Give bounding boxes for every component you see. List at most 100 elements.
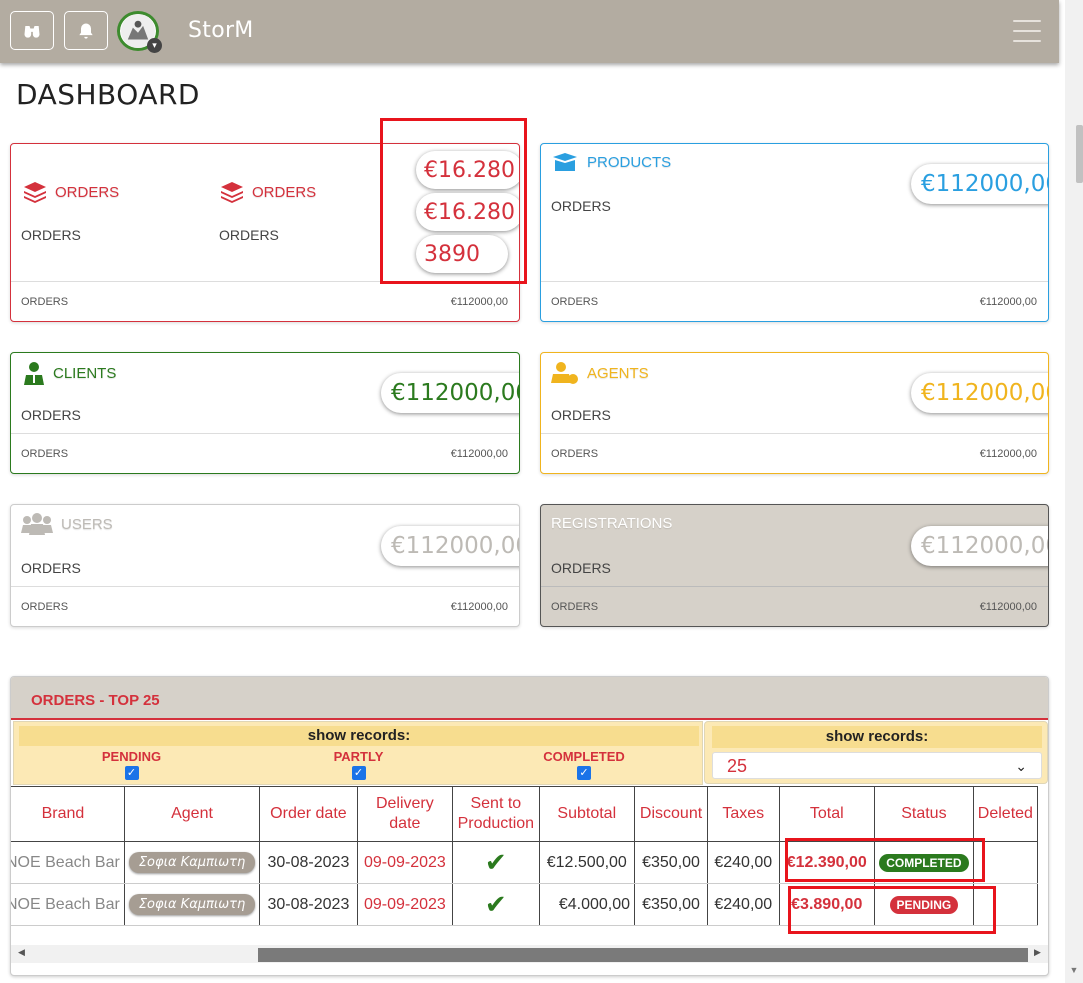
registrations-sub: ORDERS: [551, 560, 611, 576]
col-taxes[interactable]: Taxes: [707, 786, 780, 842]
hamburger-menu-icon[interactable]: [1013, 20, 1041, 42]
agents-card[interactable]: AGENTS ORDERS €112000,00 ORDERS €112000,…: [540, 352, 1049, 474]
products-card[interactable]: PRODUCTS ORDERS €112000,00 ORDERS €11200…: [540, 143, 1049, 322]
registrations-card-footer: ORDERS €112000,00: [541, 586, 1048, 626]
layers-icon: [24, 182, 46, 203]
cell-status: COMPLETED: [874, 841, 974, 884]
registrations-value-pill: €112000,00: [911, 526, 1048, 566]
cell-subtotal: €4.000,00: [538, 883, 636, 926]
agents-sub: ORDERS: [551, 407, 611, 423]
table-row[interactable]: NOE Beach Bar Σοφια Καμπιωτη 30-08-2023 …: [11, 841, 1039, 884]
cell-agent: Σοφια Καμπιωτη: [123, 883, 261, 926]
cell-delivery-date: 09-09-2023: [356, 883, 454, 926]
chevron-down-icon: ⌄: [1015, 758, 1027, 774]
filter-pending-checkbox[interactable]: ✓: [124, 766, 139, 780]
notifications-button[interactable]: [64, 11, 108, 50]
bell-icon: [79, 23, 93, 38]
filter-partly-checkbox[interactable]: ✓: [351, 766, 366, 780]
orders-sub-a: ORDERS: [21, 227, 81, 243]
registrations-label: REGISTRATIONS: [551, 515, 672, 532]
orders-label-a-text: ORDERS: [55, 183, 120, 201]
cell-deleted: [972, 883, 1039, 926]
checkmark-icon: ✔: [484, 847, 507, 877]
registrations-footer-label: ORDERS: [551, 600, 599, 613]
cell-brand: NOE Beach Bar: [11, 841, 125, 884]
clients-value-pill: €112000,00: [381, 373, 519, 413]
table-row[interactable]: NOE Beach Bar Σοφια Καμπιωτη 30-08-2023 …: [11, 883, 1039, 926]
col-subtotal[interactable]: Subtotal: [538, 786, 636, 842]
cell-discount: €350,00: [634, 883, 709, 926]
scroll-down-arrow-icon[interactable]: ▼: [1067, 965, 1081, 979]
cell-agent: Σοφια Καμπιωτη: [123, 841, 261, 884]
orders-value-pill-3: 3890: [416, 235, 508, 273]
orders-top-panel: ORDERS - TOP 25 show records: PENDING ✓ …: [10, 676, 1049, 976]
col-delivery-date[interactable]: Delivery date: [356, 786, 454, 842]
orders-table-header: Brand Agent Order date Delivery date Sen…: [11, 786, 1039, 842]
users-label-text: USERS: [61, 515, 113, 533]
filter-completed[interactable]: COMPLETED ✓: [539, 749, 629, 780]
col-brand[interactable]: Brand: [11, 786, 125, 842]
agent-icon: [551, 362, 578, 384]
clients-footer-value: €112000,00: [450, 447, 508, 460]
orders-panel-header: ORDERS - TOP 25: [11, 677, 1048, 720]
search-button[interactable]: [10, 11, 54, 50]
scroll-left-arrow-icon[interactable]: ◀: [18, 947, 25, 958]
orders-sub-b: ORDERS: [219, 227, 279, 243]
orders-panel-title: ORDERS - TOP 25: [31, 692, 160, 709]
products-sub: ORDERS: [551, 198, 611, 214]
records-count-value: 25: [727, 756, 748, 776]
registrations-card[interactable]: REGISTRATIONS ORDERS €112000,00 ORDERS €…: [540, 504, 1049, 627]
agents-label-text: AGENTS: [587, 364, 649, 382]
scroll-right-arrow-icon[interactable]: ▶: [1034, 947, 1041, 958]
layers-icon: [221, 182, 243, 203]
records-count-filter: show records: 25 ⌄: [704, 721, 1048, 784]
col-sent-to-production[interactable]: Sent to Production: [452, 786, 540, 842]
col-order-date[interactable]: Order date: [259, 786, 358, 842]
col-discount[interactable]: Discount: [634, 786, 709, 842]
orders-table: Brand Agent Order date Delivery date Sen…: [11, 786, 1039, 926]
agent-chip[interactable]: Σοφια Καμπιωτη: [128, 894, 256, 915]
binoculars-icon: [24, 25, 40, 38]
orders-footer-value: €112000,00: [450, 295, 508, 308]
filter-completed-checkbox[interactable]: ✓: [577, 766, 591, 780]
cell-total: €12.390,00: [778, 841, 876, 884]
products-value-pill: €112000,00: [911, 164, 1048, 204]
chevron-down-icon[interactable]: ▾: [147, 38, 162, 53]
cell-delivery-date: 09-09-2023: [356, 841, 454, 884]
brand-name[interactable]: StorM: [188, 18, 254, 43]
agents-label: AGENTS: [551, 361, 649, 385]
horizontal-scrollbar[interactable]: ◀ ▶: [11, 945, 1048, 963]
users-footer-value: €112000,00: [450, 600, 508, 613]
cell-status: PENDING: [874, 883, 974, 926]
users-card[interactable]: USERS ORDERS €112000,00 ORDERS €112000,0…: [10, 504, 520, 627]
products-label-text: PRODUCTS: [587, 153, 672, 171]
clients-label-text: CLIENTS: [53, 364, 117, 382]
status-badge: COMPLETED: [879, 853, 969, 872]
cell-discount: €350,00: [634, 841, 709, 884]
orders-value-pill-2: €16.280: [416, 193, 519, 231]
col-deleted[interactable]: Deleted: [972, 786, 1039, 842]
col-total[interactable]: Total: [778, 786, 876, 842]
records-count-select[interactable]: 25 ⌄: [712, 752, 1042, 779]
clients-footer-label: ORDERS: [21, 447, 69, 460]
vertical-scrollbar-thumb[interactable]: [1076, 125, 1083, 183]
products-label: PRODUCTS: [551, 152, 671, 172]
col-status[interactable]: Status: [874, 786, 974, 842]
orders-card[interactable]: ORDERS ORDERS ORDERS ORDERS €16.280 €16.…: [10, 143, 520, 322]
status-badge: PENDING: [889, 895, 959, 914]
filter-partly[interactable]: PARTLY ✓: [326, 749, 391, 780]
clients-card[interactable]: CLIENTS ORDERS €112000,00 ORDERS €112000…: [10, 352, 520, 474]
orders-card-footer: ORDERS €112000,00: [11, 281, 519, 321]
users-value-pill: €112000,00: [381, 526, 519, 566]
cell-order-date: 30-08-2023: [259, 883, 358, 926]
filter-pending[interactable]: PENDING ✓: [99, 749, 164, 780]
registrations-label-text: REGISTRATIONS: [551, 515, 673, 532]
cell-sent: ✔: [452, 883, 540, 926]
col-agent[interactable]: Agent: [123, 786, 261, 842]
filter-completed-label: COMPLETED: [543, 749, 625, 764]
agent-chip[interactable]: Σοφια Καμπιωτη: [128, 852, 256, 873]
cell-order-date: 30-08-2023: [259, 841, 358, 884]
cell-deleted: [972, 841, 1039, 884]
horizontal-scrollbar-thumb[interactable]: [258, 948, 1028, 962]
orders-label-b: ORDERS: [220, 181, 316, 203]
